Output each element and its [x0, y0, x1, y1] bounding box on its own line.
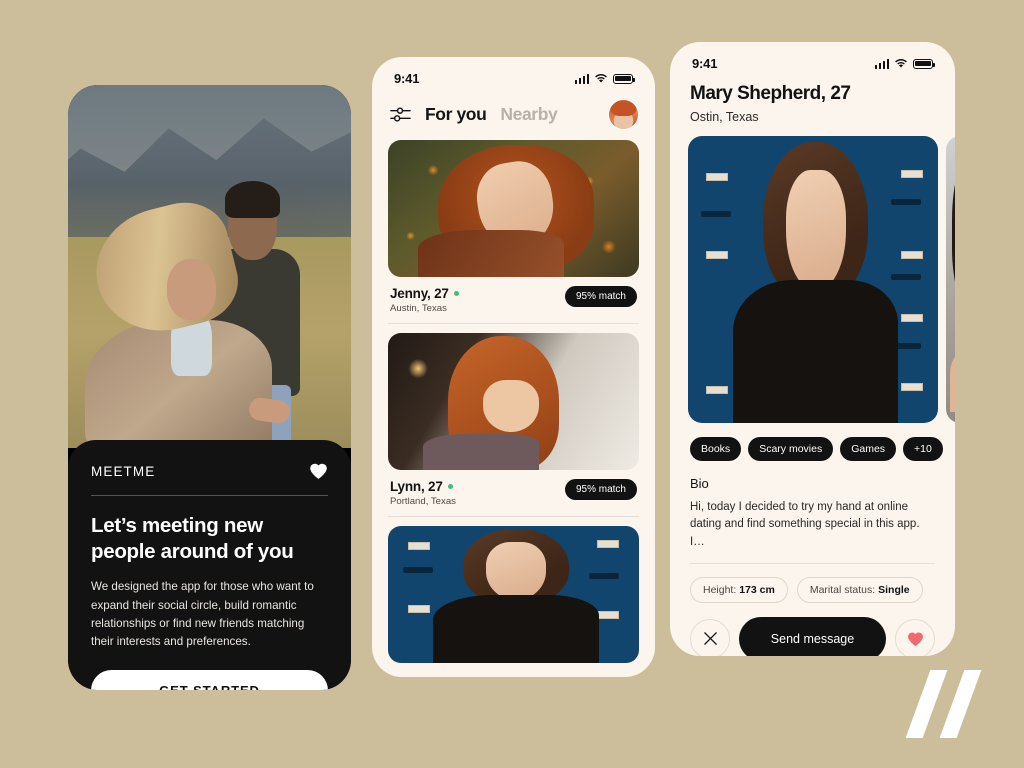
feed-card-name: Jenny, 27 [390, 286, 449, 301]
profile-next-photo[interactable] [946, 136, 955, 423]
feed-card-meta: Jenny, 27 Austin, Texas 95% match [388, 277, 639, 324]
feed-status-bar: 9:41 [372, 57, 655, 88]
height-fact: Height: 173 cm [690, 576, 788, 603]
battery-full-icon [913, 58, 936, 69]
feed-card-location: Portland, Texas [390, 496, 456, 507]
battery-full-icon [613, 73, 636, 84]
feed-card-photo[interactable] [388, 526, 639, 663]
wifi-icon [595, 74, 607, 83]
match-badge: 95% match [564, 479, 637, 500]
interest-tag[interactable]: Books [690, 437, 742, 461]
interest-tag[interactable]: Scary movies [748, 437, 834, 461]
dismiss-button[interactable] [690, 618, 730, 656]
status-icons [574, 73, 636, 84]
profile-phone: 9:41 Mary Shepherd, 27 Ostin, Texas Book… [670, 42, 955, 656]
feed-card-name-row: Jenny, 27 [390, 286, 459, 301]
height-label: Height: [703, 583, 737, 596]
like-button[interactable] [895, 618, 935, 656]
feed-card-photo[interactable] [388, 140, 639, 277]
profile-location: Ostin, Texas [690, 110, 759, 124]
status-icons [874, 58, 936, 69]
feed-phone: 9:41 For you Nearby Jenny, 27 Austin, Te… [372, 57, 655, 677]
profile-interest-tags: Books Scary movies Games +10 [670, 423, 955, 461]
status-time: 9:41 [692, 56, 718, 71]
feed-card[interactable] [388, 526, 639, 663]
onboarding-title: Let’s meeting new people around of you [91, 514, 294, 564]
user-avatar[interactable] [608, 99, 639, 130]
online-status-dot [447, 484, 453, 489]
profile-status-bar: 9:41 [670, 42, 955, 73]
height-value: 173 cm [739, 583, 775, 596]
marital-status-label: Marital status: [809, 583, 876, 596]
profile-action-bar: Send message [670, 603, 955, 656]
tab-for-you[interactable]: For you [425, 104, 487, 125]
tab-nearby[interactable]: Nearby [500, 104, 557, 125]
filter-sliders-icon[interactable] [390, 104, 411, 125]
profile-name: Mary Shepherd, 27 [690, 83, 851, 104]
onboarding-panel: MEETME Let’s meeting new people around o… [68, 440, 351, 690]
onboarding-brand-row: MEETME [91, 462, 328, 496]
bio-heading: Bio [690, 476, 709, 491]
onboarding-phone: MEETME Let’s meeting new people around o… [68, 85, 351, 690]
feed-card-list: Jenny, 27 Austin, Texas 95% match Lynn, … [372, 140, 655, 663]
interest-tag[interactable]: Games [840, 437, 897, 461]
status-time: 9:41 [394, 71, 420, 86]
cellular-signal-icon [874, 58, 889, 69]
feed-card-location: Austin, Texas [390, 303, 447, 314]
feed-tabs: For you Nearby [425, 104, 594, 125]
feed-card-name: Lynn, 27 [390, 479, 443, 494]
profile-facts: Height: 173 cm Marital status: Single [670, 564, 955, 603]
interest-tag-more[interactable]: +10 [903, 437, 943, 461]
photo-person-woman [83, 193, 292, 448]
cellular-signal-icon [574, 73, 589, 84]
marital-status-fact: Marital status: Single [796, 576, 923, 603]
feed-header: For you Nearby [372, 88, 655, 140]
feed-card-name-row: Lynn, 27 [390, 479, 456, 494]
onboarding-hero-photo [68, 85, 351, 448]
match-badge: 95% match [564, 286, 637, 307]
feed-card[interactable]: Jenny, 27 Austin, Texas 95% match [388, 140, 639, 324]
get-started-button[interactable]: GET STARTED [91, 669, 328, 690]
wifi-icon [895, 59, 907, 68]
onboarding-description: We designed the app for those who want t… [91, 580, 314, 648]
feed-card-photo[interactable] [388, 333, 639, 470]
send-message-button[interactable]: Send message [739, 616, 886, 656]
marital-status-value: Single [878, 583, 910, 596]
profile-header: Mary Shepherd, 27 Ostin, Texas [670, 73, 955, 136]
profile-photo-gallery[interactable] [670, 136, 955, 423]
bio-text: Hi, today I decided to try my hand at on… [690, 501, 920, 548]
profile-main-photo[interactable] [688, 136, 938, 423]
heart-icon [907, 632, 923, 646]
feed-card-meta: Lynn, 27 Portland, Texas 95% match [388, 470, 639, 517]
online-status-dot [453, 291, 459, 296]
brand-name: MEETME [91, 463, 156, 479]
close-x-icon [703, 632, 717, 646]
heart-icon [309, 462, 328, 480]
feed-card[interactable]: Lynn, 27 Portland, Texas 95% match [388, 333, 639, 517]
double-slash-logo [900, 670, 996, 738]
